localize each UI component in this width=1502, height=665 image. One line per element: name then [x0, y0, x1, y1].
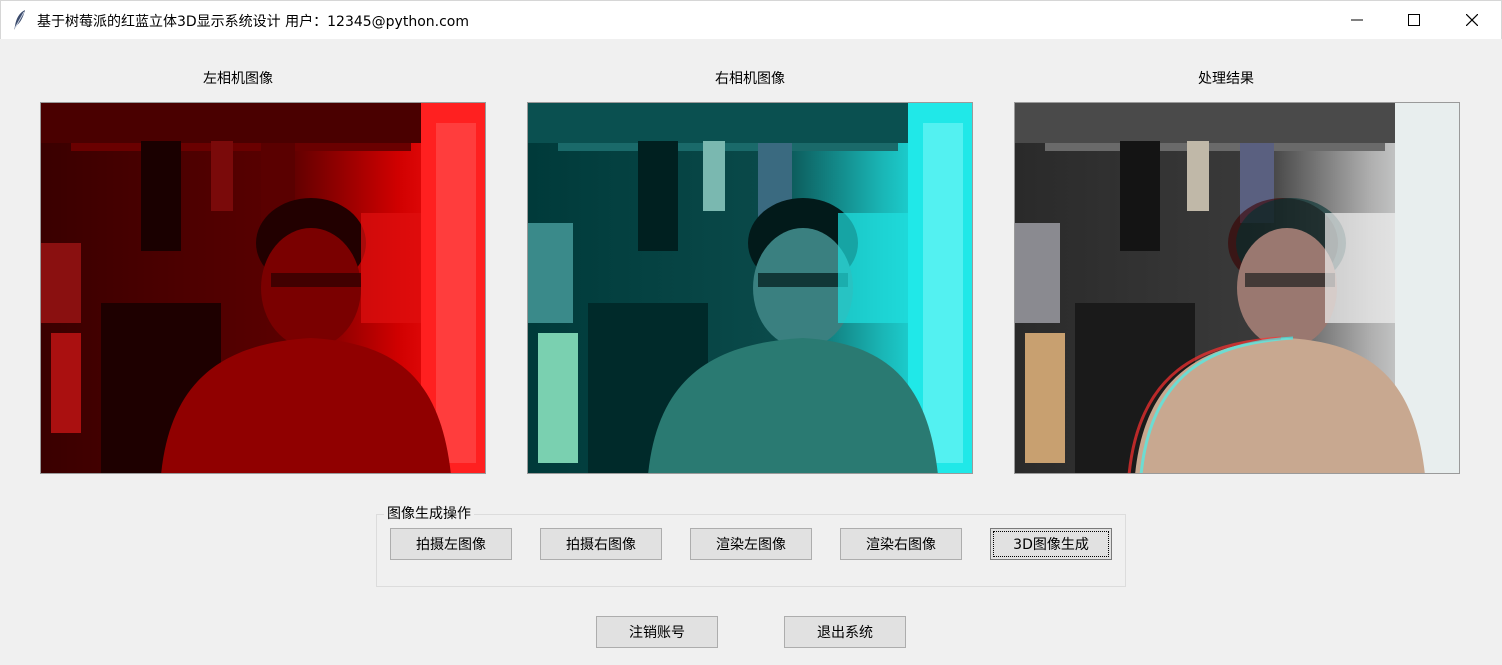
maximize-button[interactable]	[1385, 1, 1443, 39]
logout-button[interactable]: 注销账号	[596, 616, 718, 648]
close-icon	[1466, 14, 1478, 26]
left-camera-image	[40, 102, 486, 474]
right-camera-image	[527, 102, 973, 474]
title-bar: 基于树莓派的红蓝立体3D显示系统设计 用户：12345@python.com	[0, 0, 1502, 39]
result-label: 处理结果	[1198, 71, 1254, 87]
exit-system-button[interactable]: 退出系统	[784, 616, 906, 648]
close-button[interactable]	[1443, 1, 1501, 39]
render-right-button[interactable]: 渲染右图像	[840, 528, 962, 560]
generate-3d-button[interactable]: 3D图像生成	[990, 528, 1112, 560]
maximize-icon	[1408, 14, 1420, 26]
right-camera-label: 右相机图像	[715, 71, 785, 87]
minimize-button[interactable]	[1328, 1, 1386, 39]
anaglyph-result-image	[1014, 102, 1460, 474]
capture-right-button[interactable]: 拍摄右图像	[540, 528, 662, 560]
minimize-icon	[1351, 19, 1363, 21]
feather-icon	[14, 10, 25, 30]
render-left-button[interactable]: 渲染左图像	[690, 528, 812, 560]
left-camera-label: 左相机图像	[203, 71, 273, 87]
image-generation-group-title: 图像生成操作	[384, 503, 474, 523]
window-title: 基于树莓派的红蓝立体3D显示系统设计 用户：12345@python.com	[37, 14, 469, 30]
capture-left-button[interactable]: 拍摄左图像	[390, 528, 512, 560]
